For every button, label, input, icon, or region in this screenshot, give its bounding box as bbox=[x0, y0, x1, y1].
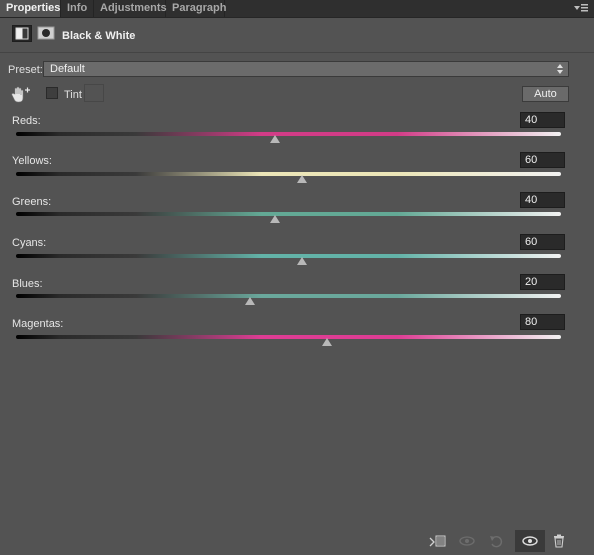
adjustment-title: Black & White bbox=[62, 30, 136, 42]
targeted-adjustment-hand-icon[interactable] bbox=[10, 86, 32, 104]
dropdown-arrows-icon bbox=[556, 63, 564, 75]
clip-to-layer-icon[interactable] bbox=[428, 534, 446, 548]
yellows-value-field[interactable]: 60 bbox=[520, 152, 565, 168]
greens-slider-thumb[interactable] bbox=[270, 215, 281, 223]
tab-properties[interactable]: Properties bbox=[0, 0, 61, 17]
yellows-slider-track[interactable] bbox=[16, 172, 561, 176]
tint-checkbox[interactable] bbox=[46, 87, 58, 99]
magentas-value-field[interactable]: 80 bbox=[520, 314, 565, 330]
tint-color-swatch[interactable] bbox=[84, 84, 104, 102]
cyans-slider-track[interactable] bbox=[16, 254, 561, 258]
yellows-label: Yellows: bbox=[12, 155, 52, 167]
header-divider bbox=[0, 52, 594, 53]
reds-slider-thumb[interactable] bbox=[270, 135, 281, 143]
magentas-label: Magentas: bbox=[12, 318, 64, 330]
greens-label: Greens: bbox=[12, 196, 52, 208]
preset-label: Preset: bbox=[8, 64, 43, 76]
preset-value: Default bbox=[50, 63, 85, 75]
layer-mask-icon[interactable] bbox=[36, 25, 56, 42]
reds-label: Reds: bbox=[12, 115, 41, 127]
blues-slider-thumb[interactable] bbox=[244, 297, 255, 305]
magentas-slider-track[interactable] bbox=[16, 335, 561, 339]
reds-value-field[interactable]: 40 bbox=[520, 112, 565, 128]
magentas-slider-thumb[interactable] bbox=[322, 338, 333, 346]
panel-menu-icon[interactable] bbox=[574, 2, 588, 14]
blues-value-field[interactable]: 20 bbox=[520, 274, 565, 290]
greens-slider-track[interactable] bbox=[16, 212, 561, 216]
panel-tab-bar: Properties Info Adjustments Paragraph bbox=[0, 0, 594, 18]
tint-label: Tint bbox=[64, 89, 82, 101]
visibility-eye-icon[interactable] bbox=[515, 530, 545, 552]
reds-slider-track[interactable] bbox=[16, 132, 561, 136]
cyans-slider-thumb[interactable] bbox=[296, 257, 307, 265]
preset-dropdown[interactable]: Default bbox=[43, 61, 569, 77]
tab-paragraph[interactable]: Paragraph bbox=[166, 0, 226, 17]
trash-icon[interactable] bbox=[550, 534, 568, 548]
cyans-value-field[interactable]: 60 bbox=[520, 234, 565, 250]
view-previous-state-icon[interactable] bbox=[458, 534, 476, 548]
auto-button[interactable]: Auto bbox=[522, 86, 569, 102]
tab-info[interactable]: Info bbox=[61, 0, 94, 17]
adjustment-layer-icon[interactable] bbox=[12, 25, 32, 42]
blues-label: Blues: bbox=[12, 278, 43, 290]
blues-slider-track[interactable] bbox=[16, 294, 561, 298]
yellows-slider-thumb[interactable] bbox=[296, 175, 307, 183]
panel-bottom-toolbar bbox=[0, 530, 594, 552]
greens-value-field[interactable]: 40 bbox=[520, 192, 565, 208]
reset-icon[interactable] bbox=[488, 534, 506, 548]
tab-adjustments[interactable]: Adjustments bbox=[94, 0, 167, 17]
cyans-label: Cyans: bbox=[12, 237, 47, 249]
